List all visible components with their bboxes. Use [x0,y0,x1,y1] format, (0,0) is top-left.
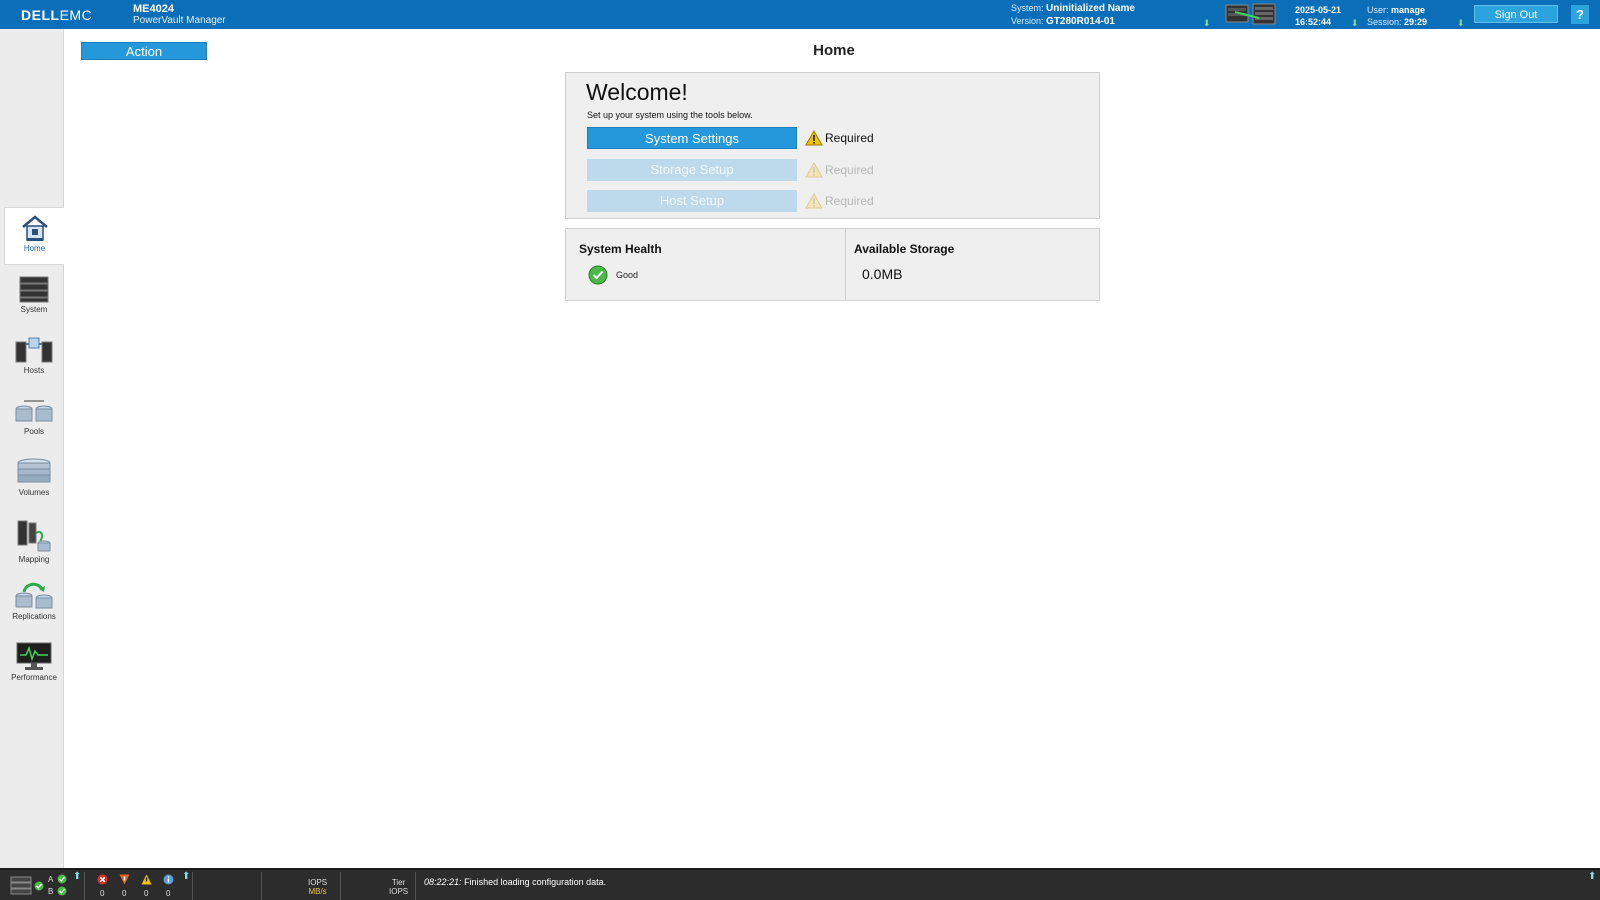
status-ok-icon [34,881,44,891]
controller-b-ok-icon[interactable] [57,886,67,896]
expand-up-icon[interactable]: ⬆ [73,871,81,882]
datetime-expand-icon[interactable]: ⬇ [1351,18,1359,29]
system-name: Uninitialized Name [1046,3,1135,14]
sidebar-item-label: Volumes [18,488,50,497]
sidebar-item-label: Mapping [18,555,50,564]
sidebar-item-label: Pools [23,427,44,436]
message-expand-icon[interactable]: ⬆ [1588,871,1596,882]
volumes-icon [17,458,51,483]
system-settings-status: Required [805,127,874,149]
sidebar-nav: Home System Hosts Pools Volumes Mapping … [0,29,64,868]
date-time[interactable]: 2025-05-21 16:52:44 [1295,4,1341,28]
error-count: 0 [122,889,127,898]
divider [84,872,85,900]
replications-icon [15,582,53,609]
welcome-hint: Set up your system using the tools below… [587,110,753,120]
controller-enclosure-icon[interactable] [1225,3,1277,25]
sidebar-item-label: Home [23,244,46,253]
controller-b-label: B [48,887,54,896]
available-storage-title: Available Storage [854,242,955,256]
sidebar-item-home[interactable]: Home [4,207,64,265]
dell-emc-logo: DELLEMC [21,7,93,23]
status-message[interactable]: 08:22:21: Finished loading configuration… [424,877,606,887]
sign-out-button[interactable]: Sign Out [1474,5,1558,23]
sidebar-item-replications[interactable]: Replications [4,574,64,632]
system-health-title: System Health [579,242,662,256]
pools-icon [15,400,53,422]
storage-setup-status: Required [805,159,874,181]
info-icon[interactable] [163,874,174,885]
current-date: 2025-05-21 [1295,5,1342,15]
current-time: 16:52:44 [1295,17,1332,27]
host-setup-button: Host Setup [587,190,797,212]
product-model: ME4024 [133,3,174,15]
events-expand-icon[interactable]: ⬆ [182,871,190,882]
action-button[interactable]: Action [81,42,207,60]
session-timer: 29:29 [1404,17,1428,27]
system-version: GT280R014-01 [1046,16,1115,27]
sidebar-item-label: System [20,305,48,314]
warning-icon [805,162,823,178]
sidebar-item-volumes[interactable]: Volumes [4,452,64,510]
divider [192,872,193,900]
page-title: Home [813,42,855,59]
system-expand-icon[interactable]: ⬇ [1203,18,1211,29]
divider [261,872,262,900]
info-count: 0 [166,889,171,898]
sidebar-item-label: Hosts [23,366,45,375]
status-message-time: 08:22:21: [424,877,462,887]
help-button[interactable]: ? [1571,5,1589,24]
sidebar-item-system[interactable]: System [4,269,64,327]
sidebar-item-mapping[interactable]: Mapping [4,513,64,571]
sidebar-item-hosts[interactable]: Hosts [4,330,64,388]
warning-icon [805,193,823,209]
storage-setup-button: Storage Setup [587,159,797,181]
host-setup-status: Required [805,190,874,212]
status-bar: A B ⬆ 0 0 0 0 ⬆ IOPS MB/s Tier IOPS 08:2… [0,868,1600,900]
welcome-panel: Welcome! Set up your system using the to… [565,72,1100,219]
system-settings-button[interactable]: System Settings [587,127,797,149]
product-name: PowerVault Manager [133,15,226,26]
user-name: manage [1391,5,1426,15]
system-health-status[interactable]: Good [588,265,638,285]
performance-icon [16,642,52,670]
divider [340,872,341,900]
sidebar-item-label: Performance [11,673,57,682]
sidebar-item-pools[interactable]: Pools [4,391,64,449]
status-message-text: Finished loading configuration data. [464,877,607,887]
check-circle-icon [588,265,608,285]
hosts-icon [15,337,53,363]
controller-a-label: A [48,875,54,884]
system-health-section: System Health Good [566,229,846,300]
divider [415,872,416,900]
warning-count: 0 [144,889,149,898]
error-icon[interactable] [119,874,130,885]
home-icon [21,215,48,241]
system-info[interactable]: System: Uninitialized Name Version: GT28… [1011,2,1135,28]
system-icon [19,276,49,303]
welcome-title: Welcome! [586,79,688,105]
top-bar: DELLEMC ME4024 PowerVault Manager System… [0,0,1600,29]
sidebar-item-performance[interactable]: Performance [4,635,64,693]
tier-iops-meter[interactable]: Tier IOPS [389,878,408,896]
critical-count: 0 [100,889,105,898]
user-expand-icon[interactable]: ⬇ [1457,18,1465,29]
sidebar-item-label: Replications [12,612,56,621]
controller-a-ok-icon[interactable] [57,874,67,884]
iops-meter[interactable]: IOPS MB/s [308,878,327,896]
health-panel: System Health Good Available Storage 0.0… [565,228,1100,301]
mapping-icon [17,520,51,552]
warning-icon[interactable] [141,874,152,885]
product-title: ME4024 PowerVault Manager [133,3,226,27]
available-storage-value: 0.0MB [862,266,903,282]
user-info[interactable]: User: manage Session: 29:29 [1367,4,1427,28]
enclosure-icon[interactable] [10,876,32,896]
warning-icon [805,130,823,146]
critical-icon[interactable] [97,874,108,885]
